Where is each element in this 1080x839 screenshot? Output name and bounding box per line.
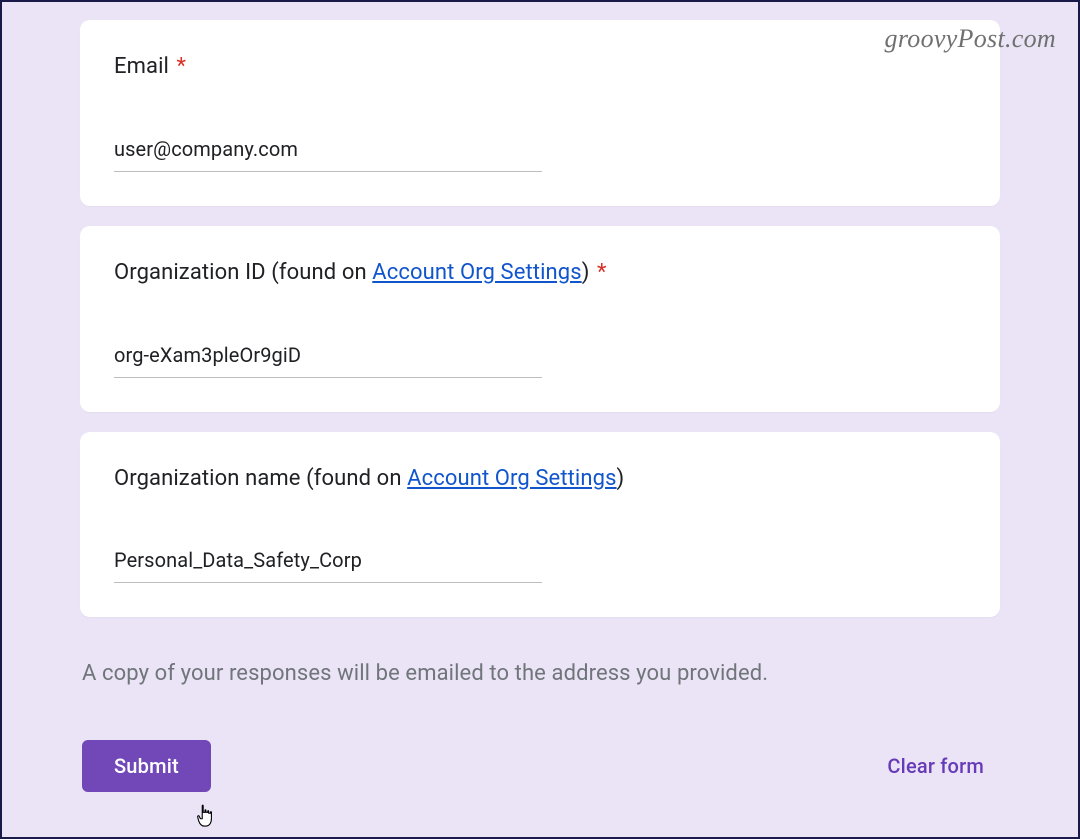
pointer-cursor-icon: [194, 803, 216, 829]
email-label-text: Email: [114, 54, 169, 79]
org-name-input[interactable]: [114, 542, 542, 583]
submit-button[interactable]: Submit: [82, 740, 211, 792]
email-label: Email *: [114, 52, 966, 83]
clear-form-link[interactable]: Clear form: [887, 754, 998, 778]
card-org-name: Organization name (found on Account Org …: [80, 432, 1000, 618]
email-copy-disclosure: A copy of your responses will be emailed…: [82, 661, 1000, 686]
org-id-input[interactable]: [114, 337, 542, 378]
card-email: Email *: [80, 20, 1000, 206]
org-id-label-after: ): [582, 260, 590, 285]
form-actions: Submit Clear form: [80, 740, 1000, 792]
org-id-label: Organization ID (found on Account Org Se…: [114, 258, 966, 289]
form-container: Email * Organization ID (found on Accoun…: [2, 2, 1078, 792]
org-name-label: Organization name (found on Account Org …: [114, 464, 966, 495]
email-input[interactable]: [114, 131, 542, 172]
org-id-settings-link[interactable]: Account Org Settings: [372, 260, 581, 285]
required-asterisk: *: [177, 54, 187, 79]
org-id-label-before: Organization ID (found on: [114, 260, 372, 285]
required-asterisk: *: [597, 260, 607, 285]
org-name-label-before: Organization name (found on: [114, 466, 407, 491]
org-name-label-after: ): [617, 466, 625, 491]
card-org-id: Organization ID (found on Account Org Se…: [80, 226, 1000, 412]
org-name-settings-link[interactable]: Account Org Settings: [407, 466, 616, 491]
